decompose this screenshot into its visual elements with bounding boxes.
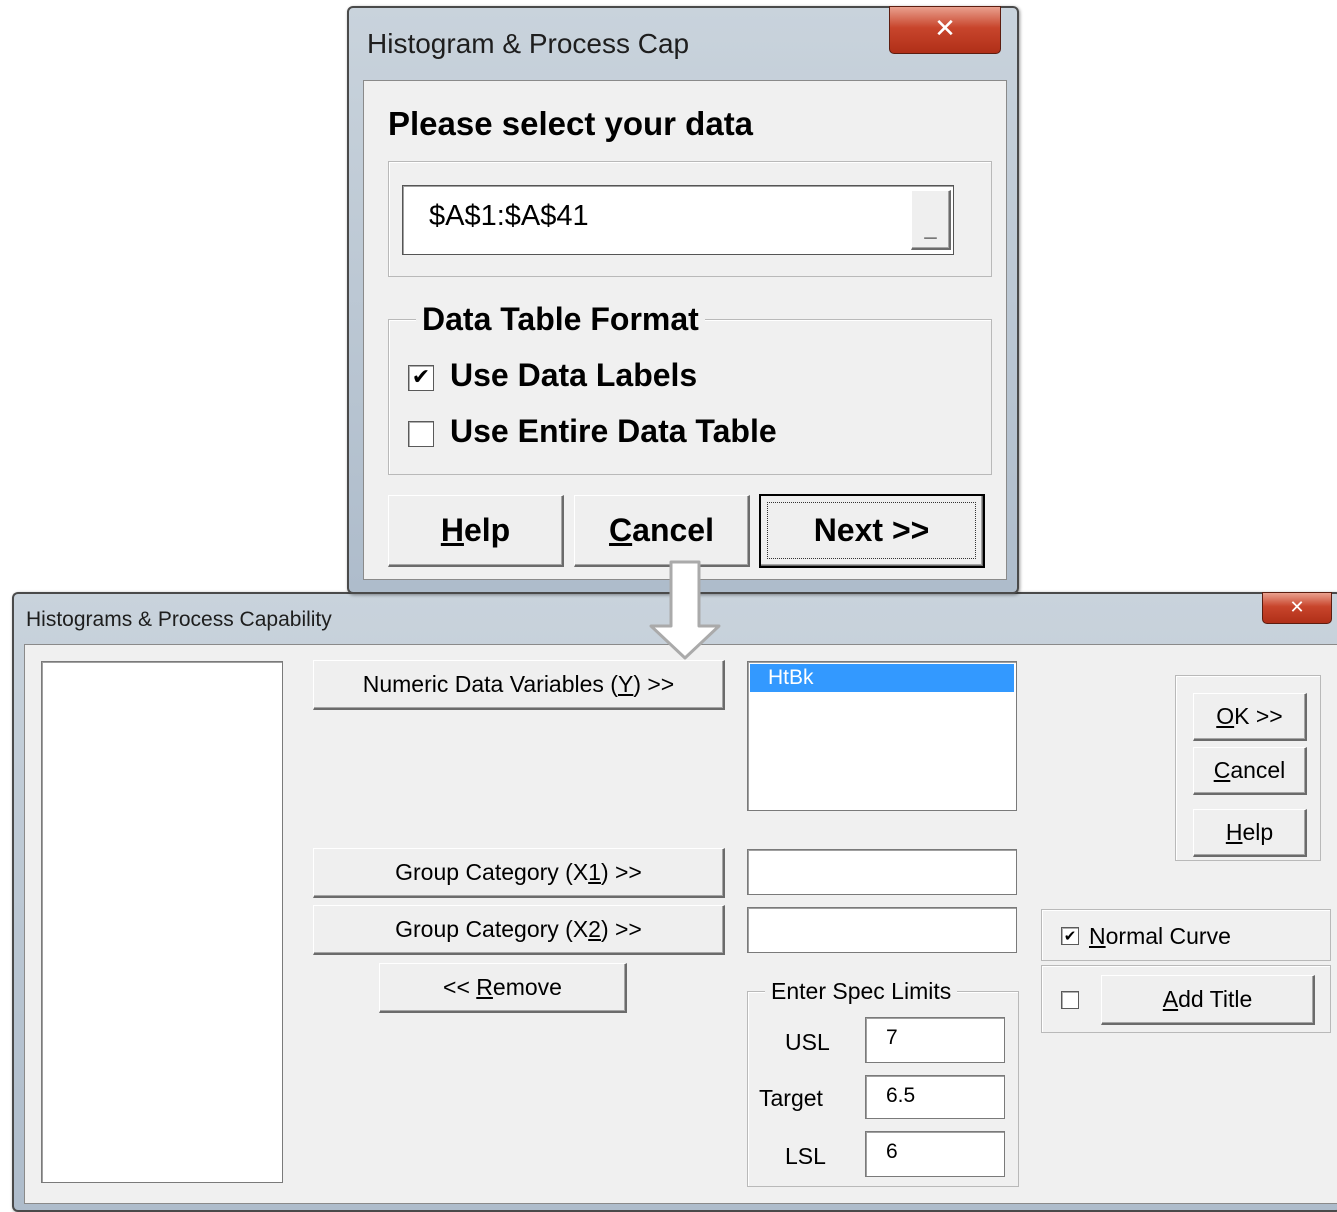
lsl-value: 6: [886, 1140, 898, 1163]
target-field[interactable]: 6.5: [865, 1075, 1005, 1119]
button-label: Cancel: [1213, 757, 1286, 783]
group-category-x2-button[interactable]: Group Category (X2) >>: [313, 905, 725, 955]
ok-button[interactable]: OK >>: [1193, 693, 1307, 741]
group-category-x2-field[interactable]: [747, 907, 1017, 953]
button-label: Help: [440, 512, 511, 548]
button-label: Group Category (X1) >>: [395, 859, 642, 885]
target-value: 6.5: [886, 1084, 916, 1107]
check-icon: ✔: [411, 365, 431, 390]
process-capability-dialog: Histograms & Process Capability ✕ Numeri…: [12, 592, 1337, 1212]
lsl-field[interactable]: 6: [865, 1131, 1005, 1177]
range-select-icon: _: [924, 216, 937, 241]
use-entire-data-table-label[interactable]: Use Entire Data Table: [450, 413, 777, 450]
button-label: Group Category (X2) >>: [395, 916, 642, 942]
spec-limits-legend: Enter Spec Limits: [765, 977, 958, 1005]
lsl-label: LSL: [785, 1143, 826, 1169]
help-button[interactable]: Help: [1193, 809, 1307, 857]
close-button[interactable]: ✕: [889, 6, 1001, 54]
dialog-client-area: Numeric Data Variables (Y) >> HtBk Group…: [24, 644, 1337, 1204]
select-data-dialog: Histogram & Process Cap ✕ Please select …: [347, 6, 1019, 594]
group-category-x1-field[interactable]: [747, 849, 1017, 895]
button-label: Numeric Data Variables (Y) >>: [362, 671, 675, 697]
group-category-x1-button[interactable]: Group Category (X1) >>: [313, 848, 725, 898]
available-variables-list[interactable]: [41, 661, 283, 1183]
next-button[interactable]: Next >>: [759, 494, 985, 568]
list-item-htbk[interactable]: HtBk: [750, 664, 1014, 692]
range-select-button[interactable]: _: [911, 190, 951, 250]
numeric-data-variables-button[interactable]: Numeric Data Variables (Y) >>: [313, 660, 725, 710]
normal-curve-checkbox[interactable]: ✔: [1061, 927, 1079, 945]
use-data-labels-checkbox[interactable]: ✔: [408, 365, 434, 391]
add-title-checkbox[interactable]: [1061, 991, 1079, 1009]
button-label: Next >>: [813, 512, 930, 548]
cancel-button[interactable]: Cancel: [1193, 747, 1307, 795]
target-label: Target: [759, 1085, 823, 1111]
button-label: Help: [1225, 819, 1274, 845]
data-range-field[interactable]: $A$1:$A$41 _: [402, 185, 954, 255]
data-table-format-group: [388, 319, 992, 475]
close-icon: ✕: [934, 14, 956, 44]
check-icon: ✔: [1063, 926, 1077, 945]
cancel-button[interactable]: Cancel: [574, 495, 750, 567]
flow-arrow-icon: [649, 560, 721, 660]
data-range-value: $A$1:$A$41: [429, 200, 589, 232]
data-table-format-legend: Data Table Format: [416, 301, 705, 337]
add-title-button[interactable]: Add Title: [1101, 975, 1315, 1025]
dialog-title: Histogram & Process Cap: [367, 28, 690, 59]
remove-button[interactable]: << Remove: [379, 963, 627, 1013]
button-label: Add Title: [1162, 986, 1253, 1012]
normal-curve-label[interactable]: Normal Curve: [1089, 923, 1231, 950]
dialog-client-area: Please select your data $A$1:$A$41 _ Dat…: [363, 80, 1007, 580]
use-data-labels-label[interactable]: Use Data Labels: [450, 357, 697, 394]
close-icon: ✕: [1289, 597, 1305, 618]
select-data-prompt: Please select your data: [388, 105, 754, 142]
dialog-title: Histograms & Process Capability: [26, 608, 332, 631]
help-button[interactable]: Help: [388, 495, 564, 567]
button-label: << Remove: [443, 974, 562, 1000]
usl-value: 7: [886, 1026, 898, 1049]
button-label: OK >>: [1216, 703, 1283, 729]
usl-field[interactable]: 7: [865, 1017, 1005, 1063]
close-button[interactable]: ✕: [1262, 592, 1332, 624]
button-label: Cancel: [609, 512, 714, 548]
usl-label: USL: [785, 1029, 830, 1055]
numeric-variables-list[interactable]: HtBk: [747, 661, 1017, 811]
use-entire-data-table-checkbox[interactable]: [408, 421, 434, 447]
